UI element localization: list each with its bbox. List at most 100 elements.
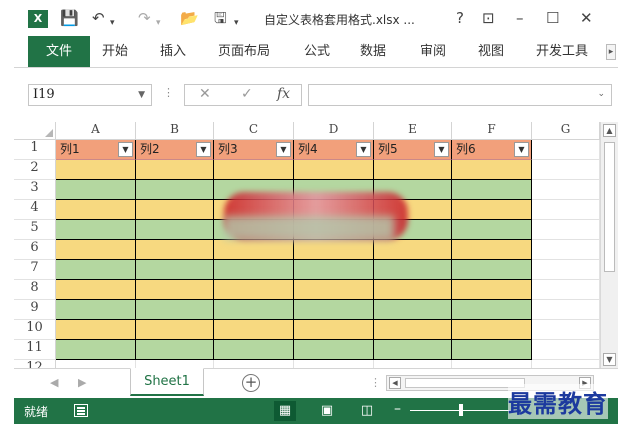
ribbon-display-options-button[interactable]: ⊡ <box>482 8 495 28</box>
column-header-c[interactable]: C <box>214 122 294 140</box>
zoom-out-button[interactable]: – <box>394 401 401 417</box>
filter-dropdown-icon[interactable]: ▼ <box>356 142 371 157</box>
filter-dropdown-icon[interactable]: ▼ <box>434 142 449 157</box>
redo-icon[interactable]: ↷ <box>138 8 151 28</box>
macro-record-icon[interactable] <box>74 404 88 417</box>
table-cell[interactable] <box>56 220 136 240</box>
table-cell[interactable] <box>374 320 452 340</box>
cell[interactable] <box>532 340 600 360</box>
maximize-button[interactable]: ☐ <box>546 8 559 28</box>
tab-split-grip-icon[interactable]: ⋮ <box>370 376 381 389</box>
table-cell[interactable] <box>294 160 374 180</box>
cell[interactable] <box>374 360 452 368</box>
table-cell[interactable] <box>136 260 214 280</box>
table-header-cell[interactable]: 列4 ▼ <box>294 140 374 160</box>
table-cell[interactable] <box>136 340 214 360</box>
worksheet-grid[interactable]: A B C D E F G 1 列1 ▼ 列2 ▼ 列3 ▼ 列4 ▼ 列5 ▼ 列6 ▼ 2 3 4 5 6 7 8 9 10 11 12… <box>14 118 618 368</box>
table-cell[interactable] <box>374 280 452 300</box>
cell[interactable] <box>532 200 600 220</box>
table-cell[interactable] <box>214 260 294 280</box>
tab-developer[interactable]: 开发工具 <box>536 36 588 67</box>
table-cell[interactable] <box>452 320 532 340</box>
table-cell[interactable] <box>374 240 452 260</box>
table-cell[interactable] <box>136 160 214 180</box>
table-cell[interactable] <box>294 320 374 340</box>
tab-insert[interactable]: 插入 <box>160 36 186 67</box>
open-folder-icon[interactable]: 📂 <box>180 8 199 28</box>
table-cell[interactable] <box>294 240 374 260</box>
column-header-e[interactable]: E <box>374 122 452 140</box>
row-header-12[interactable]: 12 <box>14 360 56 368</box>
cell[interactable] <box>532 360 600 368</box>
cell[interactable] <box>294 360 374 368</box>
cell[interactable] <box>532 160 600 180</box>
select-all-button[interactable] <box>14 122 56 140</box>
table-header-cell[interactable]: 列1 ▼ <box>56 140 136 160</box>
filter-dropdown-icon[interactable]: ▼ <box>196 142 211 157</box>
table-cell[interactable] <box>452 240 532 260</box>
sheet-nav-next-icon[interactable]: ▶ <box>78 376 86 389</box>
table-cell[interactable] <box>136 200 214 220</box>
table-cell[interactable] <box>56 300 136 320</box>
column-header-a[interactable]: A <box>56 122 136 140</box>
table-cell[interactable] <box>56 180 136 200</box>
cancel-formula-button[interactable]: ✕ <box>199 86 211 102</box>
horizontal-scroll-thumb[interactable] <box>405 378 525 388</box>
row-header-6[interactable]: 6 <box>14 240 56 260</box>
table-cell[interactable] <box>56 160 136 180</box>
row-header-2[interactable]: 2 <box>14 160 56 180</box>
row-header-8[interactable]: 8 <box>14 280 56 300</box>
table-cell[interactable] <box>374 340 452 360</box>
insert-function-button[interactable]: fx <box>277 86 290 102</box>
table-cell[interactable] <box>56 280 136 300</box>
zoom-slider-handle[interactable] <box>459 404 463 416</box>
row-header-10[interactable]: 10 <box>14 320 56 340</box>
vertical-scroll-thumb[interactable] <box>604 142 615 272</box>
table-cell[interactable] <box>136 320 214 340</box>
table-header-cell[interactable]: 列2 ▼ <box>136 140 214 160</box>
save-as-icon[interactable]: 🖫 <box>214 8 227 28</box>
cell[interactable] <box>532 300 600 320</box>
row-header-9[interactable]: 9 <box>14 300 56 320</box>
cell[interactable] <box>532 280 600 300</box>
table-cell[interactable] <box>452 260 532 280</box>
tab-formulas[interactable]: 公式 <box>304 36 330 67</box>
cell[interactable] <box>136 360 214 368</box>
table-cell[interactable] <box>294 300 374 320</box>
cell[interactable] <box>214 360 294 368</box>
undo-dropdown-icon[interactable]: ▾ <box>110 13 115 33</box>
table-cell[interactable] <box>374 300 452 320</box>
cell[interactable] <box>532 240 600 260</box>
column-header-b[interactable]: B <box>136 122 214 140</box>
row-header-1[interactable]: 1 <box>14 140 56 160</box>
tab-view[interactable]: 视图 <box>478 36 504 67</box>
sheet-nav-prev-icon[interactable]: ◀ <box>50 376 58 389</box>
table-cell[interactable] <box>294 260 374 280</box>
table-cell[interactable] <box>214 280 294 300</box>
cell[interactable] <box>452 360 532 368</box>
close-button[interactable]: ✕ <box>580 8 593 28</box>
customize-toolbar-icon[interactable]: ▾ <box>234 13 239 33</box>
table-cell[interactable] <box>136 220 214 240</box>
table-cell[interactable] <box>452 160 532 180</box>
table-cell[interactable] <box>136 300 214 320</box>
formula-bar-grip-icon[interactable]: ⋮ <box>163 86 174 99</box>
table-header-cell[interactable]: 列3 ▼ <box>214 140 294 160</box>
minimize-button[interactable]: – <box>516 8 524 28</box>
table-cell[interactable] <box>136 280 214 300</box>
table-cell[interactable] <box>452 340 532 360</box>
table-header-cell[interactable]: 列6 ▼ <box>452 140 532 160</box>
name-box[interactable]: I19 ▼ <box>28 84 152 106</box>
table-cell[interactable] <box>56 200 136 220</box>
page-break-preview-button[interactable]: ◫ <box>356 401 378 421</box>
ribbon-scroll-right-icon[interactable]: ▸ <box>606 44 616 60</box>
table-cell[interactable] <box>56 240 136 260</box>
excel-app-icon[interactable]: X <box>28 10 48 28</box>
normal-view-button[interactable]: ▦ <box>274 401 296 421</box>
table-cell[interactable] <box>214 160 294 180</box>
table-cell[interactable] <box>452 220 532 240</box>
cell[interactable] <box>532 220 600 240</box>
tab-data[interactable]: 数据 <box>360 36 386 67</box>
zoom-slider[interactable] <box>410 410 520 411</box>
filter-dropdown-icon[interactable]: ▼ <box>514 142 529 157</box>
